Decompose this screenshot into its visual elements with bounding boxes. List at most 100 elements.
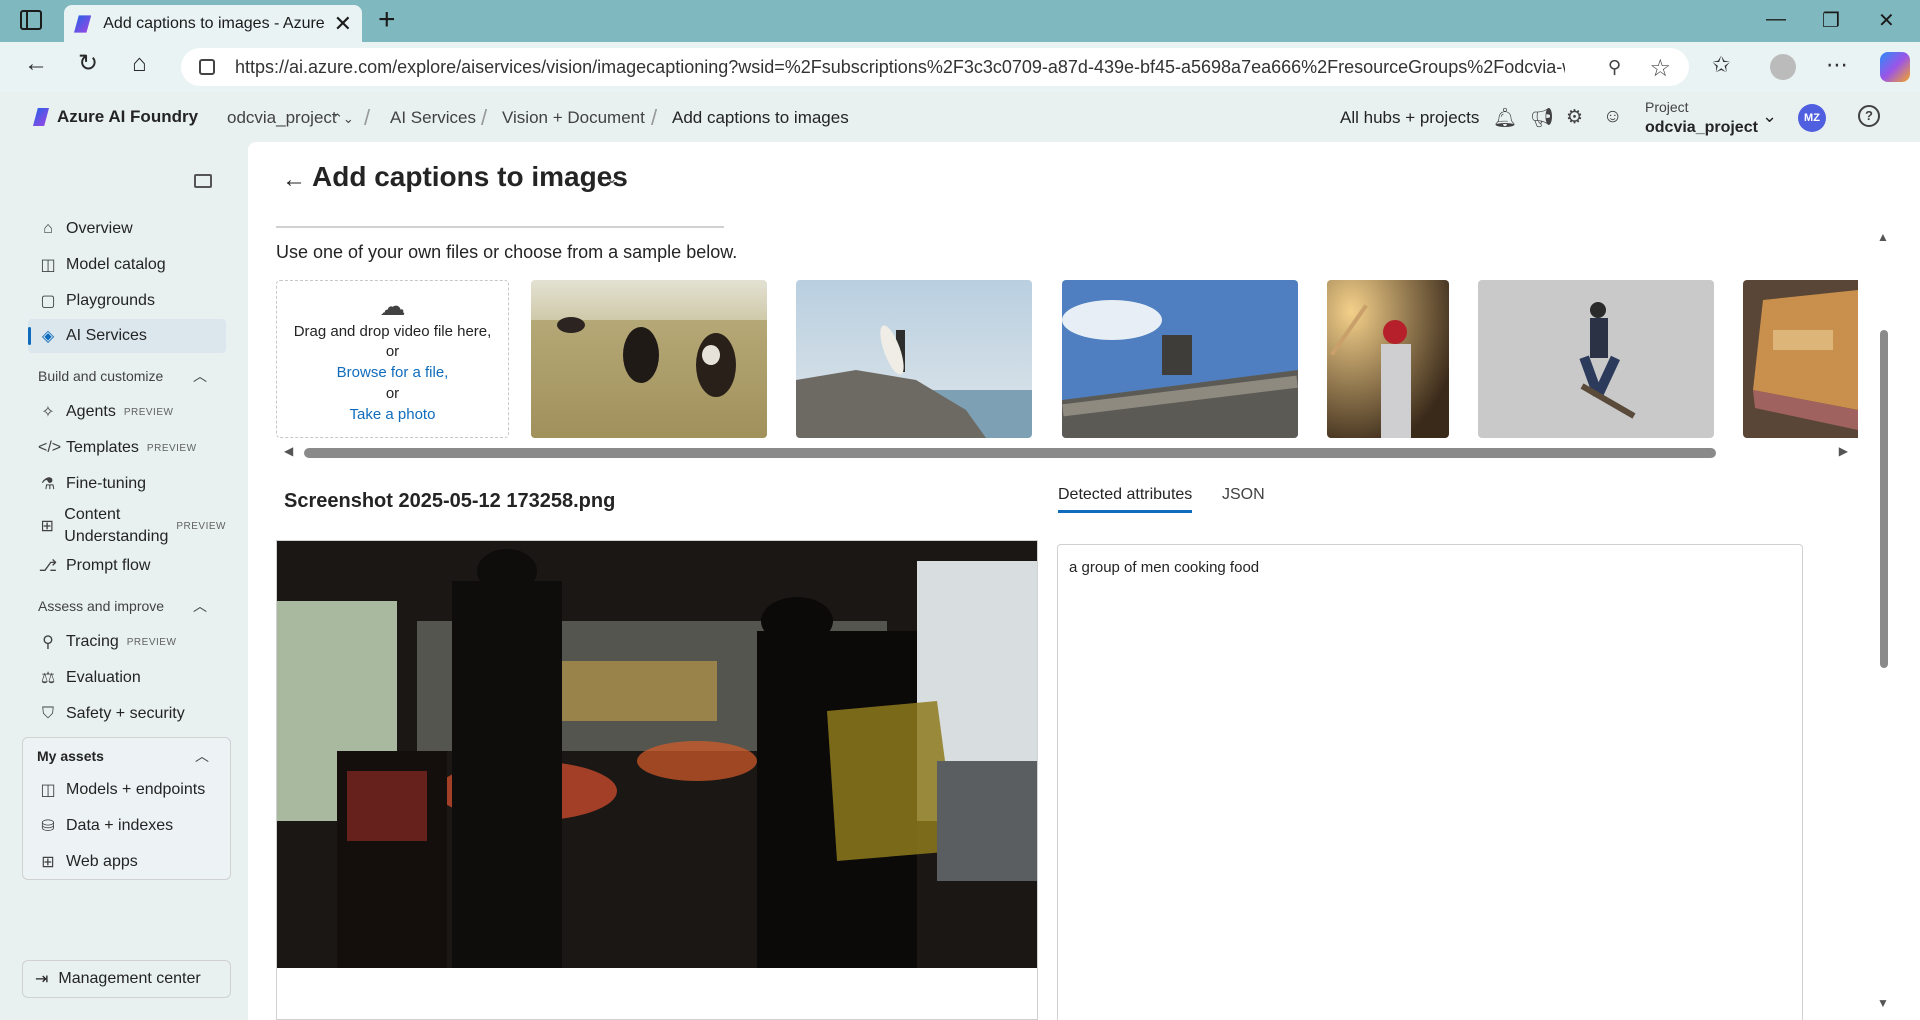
my-assets-header: My assets — [37, 748, 104, 764]
nav-label: Safety + security — [66, 705, 185, 722]
nav-label: Fine-tuning — [66, 475, 147, 492]
nav-fine-tuning[interactable]: ⚗ Fine-tuning — [28, 467, 226, 501]
nav-label: Data + indexes — [66, 817, 174, 834]
favorite-star-icon[interactable]: ☆ — [1649, 54, 1671, 83]
sample-image-surfer[interactable] — [796, 280, 1032, 438]
back-arrow-icon[interactable]: ← — [282, 166, 306, 194]
nav-overview[interactable]: ⌂ Overview — [28, 212, 226, 246]
nav-templates[interactable]: </> Templates PREVIEW — [28, 431, 226, 465]
address-bar[interactable]: https://ai.azure.com/explore/aiservices/… — [181, 48, 1689, 86]
nav-web-apps[interactable]: ⊞ Web apps — [28, 845, 226, 879]
close-window-icon[interactable]: ✕ — [1878, 8, 1895, 33]
user-avatar[interactable]: MZ — [1798, 104, 1826, 132]
browser-tab-active[interactable]: Add captions to images - Azure AI Foundr… — [64, 5, 362, 42]
web-apps-icon: ⊞ — [41, 854, 55, 871]
sample-image-skateboarder[interactable] — [1478, 280, 1714, 438]
project-chevron-down-icon[interactable]: ⌄ — [1762, 106, 1777, 127]
browser-profile-avatar[interactable] — [1770, 54, 1796, 80]
management-center-label: Management center — [58, 970, 201, 987]
scroll-down-arrow-icon[interactable]: ▼ — [1877, 996, 1889, 1010]
chevron-up-icon[interactable]: ︿ — [195, 746, 209, 766]
upload-instructions: Use one of your own files or choose from… — [276, 242, 738, 262]
agents-icon: ✧ — [41, 404, 55, 421]
brand-name[interactable]: Azure AI Foundry — [57, 107, 198, 127]
scroll-left-arrow-icon[interactable]: ◀ — [284, 444, 293, 458]
breadcrumb-project[interactable]: odcvia_project — [227, 108, 337, 128]
nav-prompt-flow[interactable]: ⎇ Prompt flow — [28, 549, 226, 583]
breadcrumb-vision-document[interactable]: Vision + Document — [502, 108, 645, 128]
browse-file-link[interactable]: Browse for a file, — [277, 362, 508, 384]
favorites-icon[interactable]: ✩ — [1712, 52, 1730, 78]
tab-detected-attributes[interactable]: Detected attributes — [1058, 486, 1193, 513]
feedback-smiley-icon[interactable]: ☺ — [1603, 106, 1622, 128]
restore-window-icon[interactable]: ❐ — [1822, 8, 1840, 33]
nav-ai-services[interactable]: ◈ AI Services — [28, 319, 226, 353]
sample-image-cows[interactable] — [531, 280, 767, 438]
detected-attributes-panel: a group of men cooking food — [1057, 544, 1803, 1020]
sample-image-sandwich[interactable] — [1743, 280, 1858, 438]
nav-label: Prompt flow — [66, 557, 151, 574]
back-icon[interactable]: ← — [24, 52, 48, 76]
copilot-icon[interactable] — [1880, 52, 1910, 82]
collapse-nav-icon[interactable] — [194, 174, 212, 188]
nav-safety-security[interactable]: ⛉ Safety + security — [28, 697, 226, 731]
scrollbar-thumb[interactable] — [1880, 330, 1888, 668]
breadcrumb-ai-services[interactable]: AI Services — [390, 108, 476, 128]
scroll-up-arrow-icon[interactable]: ▲ — [1877, 230, 1889, 244]
sample-horizontal-scrollbar[interactable]: ◀ ▶ — [284, 444, 1848, 460]
scroll-right-arrow-icon[interactable]: ▶ — [1839, 444, 1848, 458]
breadcrumb-separator: / — [364, 105, 371, 130]
preview-badge: PREVIEW — [126, 636, 177, 648]
nav-playgrounds[interactable]: ▢ Playgrounds — [28, 284, 226, 318]
notifications-bell-icon[interactable]: 🔔︎ — [1493, 106, 1517, 130]
take-photo-link[interactable]: Take a photo — [277, 404, 508, 426]
chevron-up-icon[interactable]: ︿ — [193, 596, 207, 616]
management-center-button[interactable]: ⇥ Management center — [22, 960, 231, 998]
all-hubs-link[interactable]: All hubs + projects — [1340, 108, 1479, 128]
nav-agents[interactable]: ✧ Agents PREVIEW — [28, 395, 226, 429]
flask-icon: ⚗ — [40, 476, 56, 493]
more-options-icon[interactable]: ⋯ — [1826, 52, 1848, 78]
content-understanding-icon: ⊞ — [40, 518, 54, 535]
help-icon[interactable]: ? — [1858, 105, 1880, 127]
sample-image-building-statue[interactable] — [1062, 280, 1298, 438]
settings-gear-icon[interactable]: ⚙ — [1566, 106, 1583, 129]
url-text: https://ai.azure.com/explore/aiservices/… — [235, 56, 1565, 77]
nav-label: Agents — [66, 403, 116, 420]
site-info-icon[interactable] — [199, 59, 215, 75]
scrollbar-thumb[interactable] — [304, 448, 1716, 458]
chevron-up-icon[interactable]: ︿ — [193, 366, 207, 386]
home-icon[interactable]: ⌂ — [132, 52, 147, 76]
announcements-icon[interactable]: 📢︎ — [1530, 106, 1554, 130]
preview-badge: PREVIEW — [146, 442, 197, 454]
scales-icon: ⚖ — [40, 670, 56, 687]
project-name[interactable]: odcvia_project — [1645, 119, 1758, 137]
nav-data-indexes[interactable]: ⛁ Data + indexes — [28, 809, 226, 843]
nav-content-understanding[interactable]: ⊞ Content Understanding PREVIEW — [28, 502, 226, 550]
browser-toolbar: ← ↻ ⌂ https://ai.azure.com/explore/aiser… — [0, 42, 1920, 92]
browser-sidebar-toggle-icon[interactable] — [20, 10, 42, 30]
close-tab-icon[interactable]: ✕ — [334, 12, 352, 35]
nav-tracing[interactable]: ⚲ Tracing PREVIEW — [28, 625, 226, 659]
tab-json[interactable]: JSON — [1222, 486, 1265, 504]
project-switch-chevron-icon[interactable]: ⌃⌄ — [332, 111, 354, 127]
nav-label: Model catalog — [66, 256, 166, 273]
breadcrumb-current: Add captions to images — [672, 108, 849, 127]
nav-models-endpoints[interactable]: ◫ Models + endpoints — [28, 773, 226, 807]
new-tab-icon[interactable]: + — [378, 5, 396, 35]
nav-model-catalog[interactable]: ◫ Model catalog — [28, 248, 226, 282]
nav-label: Templates — [66, 439, 139, 456]
drop-text: Drag and drop video file here, — [293, 323, 492, 340]
zoom-icon[interactable]: ⚲ — [1608, 57, 1621, 78]
nav-evaluation[interactable]: ⚖ Evaluation — [28, 661, 226, 695]
title-chevron-down-icon[interactable]: ⌄ — [606, 170, 618, 187]
shield-icon: ⛉ — [41, 705, 54, 722]
refresh-icon[interactable]: ↻ — [78, 52, 98, 76]
minimize-window-icon[interactable]: — — [1766, 8, 1786, 31]
app-header: Azure AI Foundry odcvia_project ⌃⌄ / AI … — [0, 92, 1920, 142]
sample-image-baseball[interactable] — [1327, 280, 1449, 438]
main-vertical-scrollbar[interactable]: ▲ ▼ — [1877, 230, 1891, 1010]
file-drop-zone[interactable]: ☁ Drag and drop video file here, or Brow… — [276, 280, 509, 438]
preview-badge: PREVIEW — [123, 406, 174, 418]
main-panel: ← Add captions to images ⌄ Use one of yo… — [248, 142, 1920, 1020]
